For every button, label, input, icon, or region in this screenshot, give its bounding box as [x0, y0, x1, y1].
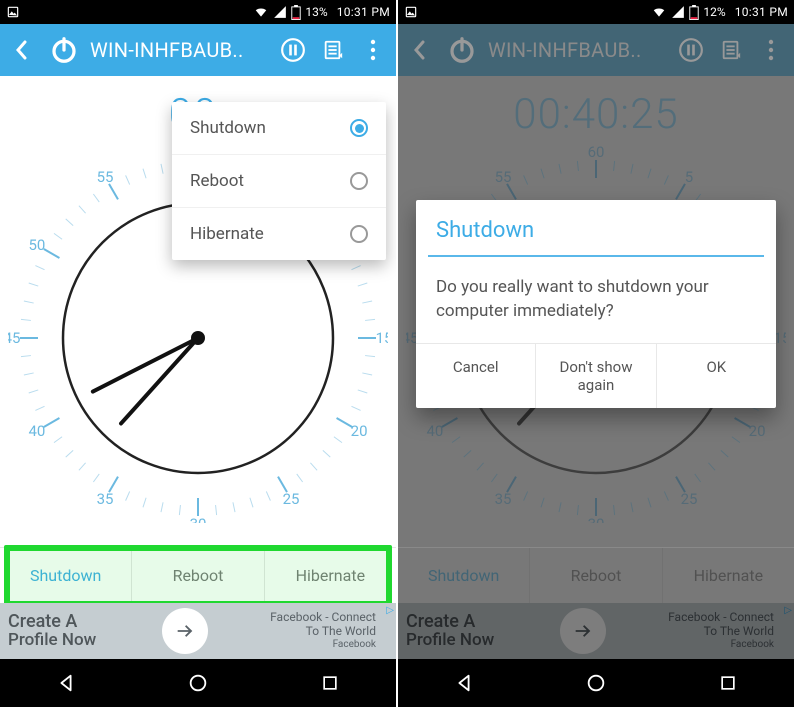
main-content: 00: 60510152025303540455055 Shutdown Reb… [0, 76, 396, 603]
phone-left: 13% 10:31 PM WIN-INHFBAUB.. 00: 60510152… [0, 0, 398, 707]
system-nav-bar [398, 659, 794, 707]
signal-icon [273, 5, 287, 19]
signal-icon [671, 5, 685, 19]
nav-recents-button[interactable] [698, 663, 758, 703]
wifi-icon [253, 5, 269, 19]
list-icon[interactable] [316, 33, 350, 67]
battery-pct: 13% [305, 5, 327, 19]
radio-icon [350, 225, 368, 243]
screenshot-saved-icon [404, 5, 418, 19]
svg-text:35: 35 [97, 490, 114, 508]
svg-text:50: 50 [28, 236, 45, 254]
dialog-cancel-button[interactable]: Cancel [416, 344, 536, 408]
dialog-title: Shutdown [416, 200, 776, 255]
dropdown-label: Reboot [190, 171, 244, 191]
svg-text:20: 20 [351, 422, 368, 440]
status-bar: 13% 10:31 PM [0, 0, 396, 24]
confirm-dialog: Shutdown Do you really want to shutdown … [416, 200, 776, 408]
overflow-menu-icon[interactable] [356, 33, 390, 67]
nav-back-button[interactable] [36, 663, 96, 703]
nav-home-button[interactable] [566, 663, 626, 703]
tab-label: Shutdown [30, 566, 101, 585]
dialog-separator [428, 255, 764, 257]
tab-reboot[interactable]: Reboot [132, 548, 264, 603]
ad-arrow-icon [162, 608, 208, 654]
battery-icon [291, 5, 301, 20]
back-icon[interactable] [4, 33, 38, 67]
ad-subtext: Facebook - Connect To The World Facebook [212, 610, 396, 652]
dialog-ok-button[interactable]: OK [657, 344, 776, 408]
svg-text:30: 30 [190, 515, 207, 523]
ad-headline: Create A Profile Now [0, 613, 158, 649]
status-bar: 12% 10:31 PM [398, 0, 794, 24]
clock-text: 10:31 PM [337, 5, 390, 19]
svg-text:15: 15 [376, 329, 388, 347]
dropdown-label: Hibernate [190, 224, 264, 244]
tab-shutdown[interactable]: Shutdown [0, 548, 132, 603]
battery-icon [689, 5, 699, 20]
battery-pct: 12% [703, 5, 725, 19]
ad-banner[interactable]: Create A Profile Now Facebook - Connect … [0, 603, 396, 659]
power-logo-icon [44, 33, 84, 67]
radio-icon [350, 119, 368, 137]
nav-home-button[interactable] [168, 663, 228, 703]
radio-icon [350, 172, 368, 190]
dropdown-label: Shutdown [190, 118, 266, 138]
tab-label: Hibernate [296, 566, 365, 585]
action-dropdown: Shutdown Reboot Hibernate [172, 102, 386, 260]
nav-recents-button[interactable] [300, 663, 360, 703]
svg-text:40: 40 [28, 422, 45, 440]
app-bar: WIN-INHFBAUB.. [0, 24, 396, 76]
dropdown-item-hibernate[interactable]: Hibernate [172, 208, 386, 260]
dialog-dontshow-button[interactable]: Don't show again [536, 344, 656, 408]
svg-text:45: 45 [8, 329, 20, 347]
dropdown-item-reboot[interactable]: Reboot [172, 155, 386, 208]
dialog-body: Do you really want to shutdown your comp… [416, 257, 776, 343]
screenshot-saved-icon [6, 5, 20, 19]
phone-right: 12% 10:31 PM WIN-INHFBAUB.. 00:40:25 605… [398, 0, 796, 707]
tab-label: Reboot [173, 566, 224, 585]
tab-hibernate[interactable]: Hibernate [265, 548, 396, 603]
dialog-actions: Cancel Don't show again OK [416, 343, 776, 408]
svg-text:55: 55 [97, 168, 114, 186]
dropdown-item-shutdown[interactable]: Shutdown [172, 102, 386, 155]
wifi-icon [651, 5, 667, 19]
adchoices-icon[interactable]: ▷ [386, 605, 394, 616]
action-tabs: Shutdown Reboot Hibernate [0, 547, 396, 603]
pause-button[interactable] [276, 33, 310, 67]
system-nav-bar [0, 659, 396, 707]
svg-text:25: 25 [283, 490, 300, 508]
device-name: WIN-INHFBAUB.. [90, 38, 270, 62]
clock-text: 10:31 PM [735, 5, 788, 19]
nav-back-button[interactable] [434, 663, 494, 703]
